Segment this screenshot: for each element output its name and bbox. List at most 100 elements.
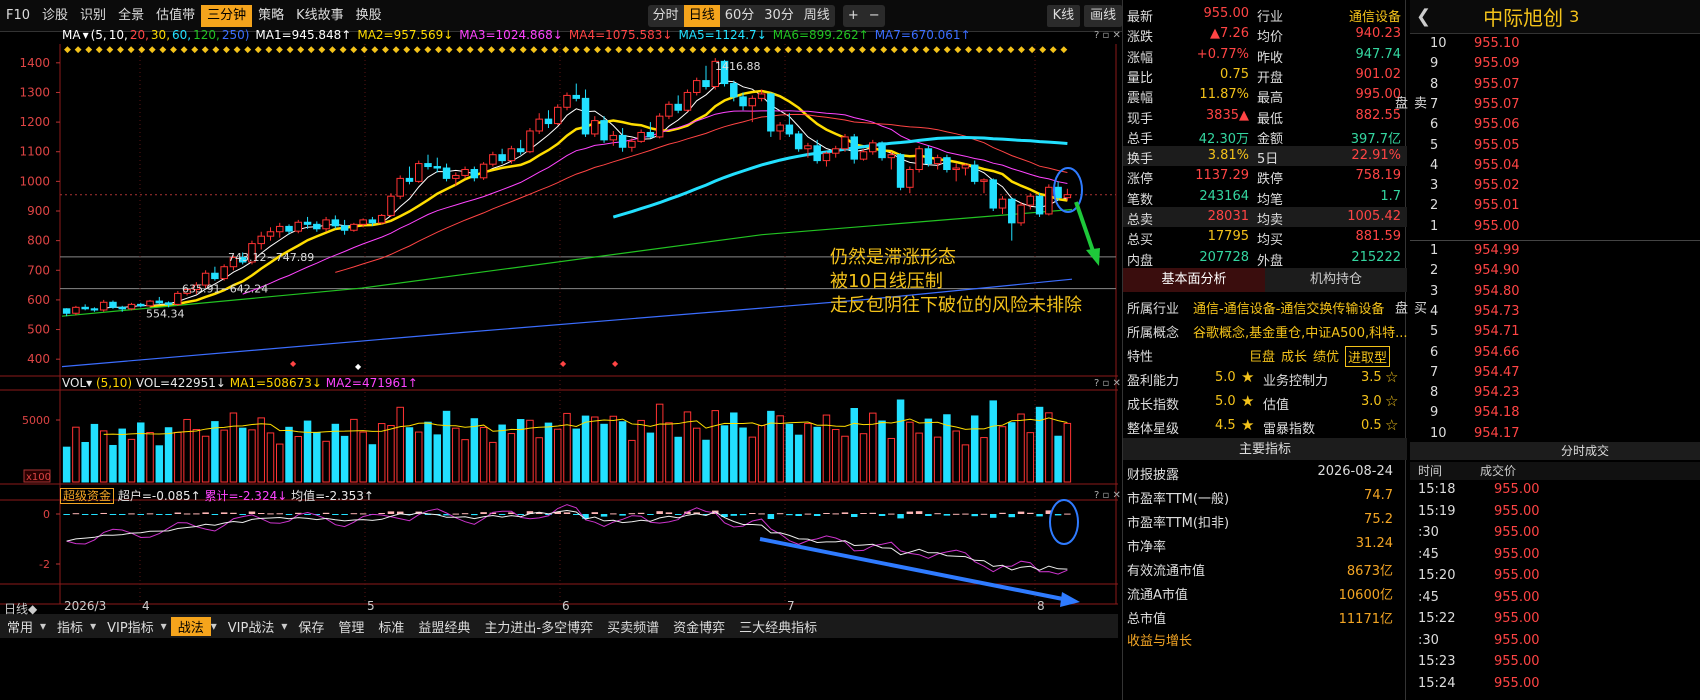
tick-time: :30 [1418,632,1439,648]
quote-tab[interactable]: 基本面分析 [1123,268,1265,292]
signal-diamond: ◆ [700,45,707,55]
dropdown-arrow-icon[interactable]: ▾ [161,619,167,633]
toolbar-right-item[interactable]: K线 [1046,4,1081,27]
candle-body [516,148,525,153]
fund-bar [971,514,978,517]
candle-body [739,96,747,107]
toolbar-item[interactable]: 识别 [74,5,112,27]
rating-label: 整体星级 [1127,422,1180,437]
fund-avg: 均值=-2.353↑ [291,489,374,503]
period-3[interactable]: 30分 [759,5,799,27]
fund-bar [804,513,812,515]
bottom-item[interactable]: VIP指标 [100,617,161,636]
y-tick-label: 1000 [19,174,50,188]
toolbar-item[interactable]: 策略 [252,5,290,27]
sell-level: 5 [1430,137,1439,153]
y-tick-label: 900 [27,204,50,218]
bottom-item[interactable]: 益盟经典 [411,617,477,636]
pane-controls[interactable]: ? ▫ ✕ [1094,378,1121,389]
ticks-head-price: 成交价 [1480,464,1517,478]
bottom-item[interactable]: 三大经典指标 [732,617,824,636]
bottom-item[interactable]: 常用 [0,617,40,636]
fund-bar [322,512,330,514]
toolbar-item[interactable]: 全景 [112,5,150,27]
dropdown-arrow-icon[interactable]: ▾ [281,619,287,633]
zoom-in-button[interactable]: + [843,5,864,27]
volume-bar [433,434,442,483]
dropdown-arrow-icon[interactable]: ▾ [90,619,96,633]
toolbar-item[interactable]: 估值带 [150,5,201,27]
volume-bar [600,423,608,483]
dropdown-arrow-icon[interactable]: ▾ [40,619,46,633]
quote-label: 均价 [1257,30,1284,46]
signal-diamond: ◆ [393,45,400,55]
ma-param: 120, [193,28,220,42]
zoom-out-button[interactable]: − [864,5,885,27]
volume-bar [1063,422,1072,483]
fund-bar [304,514,311,515]
fund-title[interactable]: 超级资金 [60,488,115,504]
quote-label: 最新 [1127,10,1154,25]
volume-bar [90,423,99,483]
bottom-item[interactable]: 资金博弈 [666,617,732,636]
fund-bar [813,514,821,516]
fund-bar [832,513,839,515]
signal-diamond: ◆ [944,45,951,55]
analyst-note: 仍然是滞涨形态 被10日线压制 走反包阴往下破位的风险未排除 [830,246,1082,318]
quote-value: 207728 [1199,249,1249,265]
toolbar-item[interactable]: K线故事 [290,5,350,27]
bottom-item[interactable]: 主力进出-多空博弈 [477,617,600,636]
vol-title[interactable]: VOL [62,376,86,390]
buy-level: 1 [1430,243,1439,258]
toolbar-item[interactable]: 诊股 [36,5,74,27]
candle-body [581,97,590,135]
toolbar-item[interactable]: 三分钟 [201,4,253,27]
bottom-item[interactable]: 买卖频谱 [600,617,666,636]
toolbar-item[interactable]: F10 [0,5,36,27]
quote-label: 换手 [1127,152,1154,168]
period-0[interactable]: 分时 [648,5,684,27]
period-1[interactable]: 日线 [683,4,720,27]
quote-row: 涨停 1137.29 跌停 758.19 [1123,166,1407,187]
back-arrow-icon[interactable]: ❮ [1416,6,1431,27]
toolbar-item[interactable]: 换股 [350,5,388,27]
feature-tag[interactable]: 绩优 [1313,346,1339,365]
quote-tab[interactable]: 机构持仓 [1265,268,1407,292]
feature-tag[interactable]: 进取型 [1345,346,1391,367]
candle-body [368,219,377,224]
signal-diamond: ◆ [827,45,834,55]
quote-label: 现手 [1127,111,1154,127]
signal-diamond: ◆ [212,45,219,55]
ticks-title[interactable]: 分时成交 [1561,444,1609,458]
ma-value: MA5=1124.7↓ [678,28,767,42]
toolbar-right-item[interactable]: 画线 [1084,4,1123,27]
candle-body [90,308,99,311]
bottom-item[interactable]: VIP战法 [221,617,282,636]
price-chart[interactable]: 14001300120011001000900800700600500400◆ ◆… [0,44,1118,652]
period-2[interactable]: 60分 [720,5,760,27]
feature-tag[interactable]: 巨盘 [1249,346,1275,365]
fund-bar [1064,513,1071,515]
period-label[interactable]: 日线◆ [4,600,37,617]
pane-controls[interactable]: ? ▫ ✕ [1094,490,1121,501]
bottom-item[interactable]: 标准 [371,617,411,636]
ma-title[interactable]: MA [62,28,81,44]
volume-bar [702,439,710,483]
fund-bar [359,513,367,515]
fund-bar [332,514,339,515]
bottom-item[interactable]: 保存 [291,617,331,636]
section-footer[interactable]: 收益与增长 [1127,630,1192,649]
fund-bar [146,513,154,515]
feature-tag[interactable]: 成长 [1281,346,1307,365]
candle-body [322,219,330,230]
volume-bar [609,415,618,483]
quote-label: 量比 [1127,70,1154,86]
metric-value: 75.2 [1364,512,1393,527]
pane-controls[interactable]: ? ▫ ✕ [1094,30,1121,41]
bottom-item[interactable]: 管理 [331,617,371,636]
dropdown-arrow-icon[interactable]: ▾ [211,619,217,633]
bottom-item[interactable]: 指标 [50,617,90,636]
period-4[interactable]: 周线 [799,5,835,27]
fund-bar [860,513,867,514]
bottom-item[interactable]: 战法 [170,616,211,636]
